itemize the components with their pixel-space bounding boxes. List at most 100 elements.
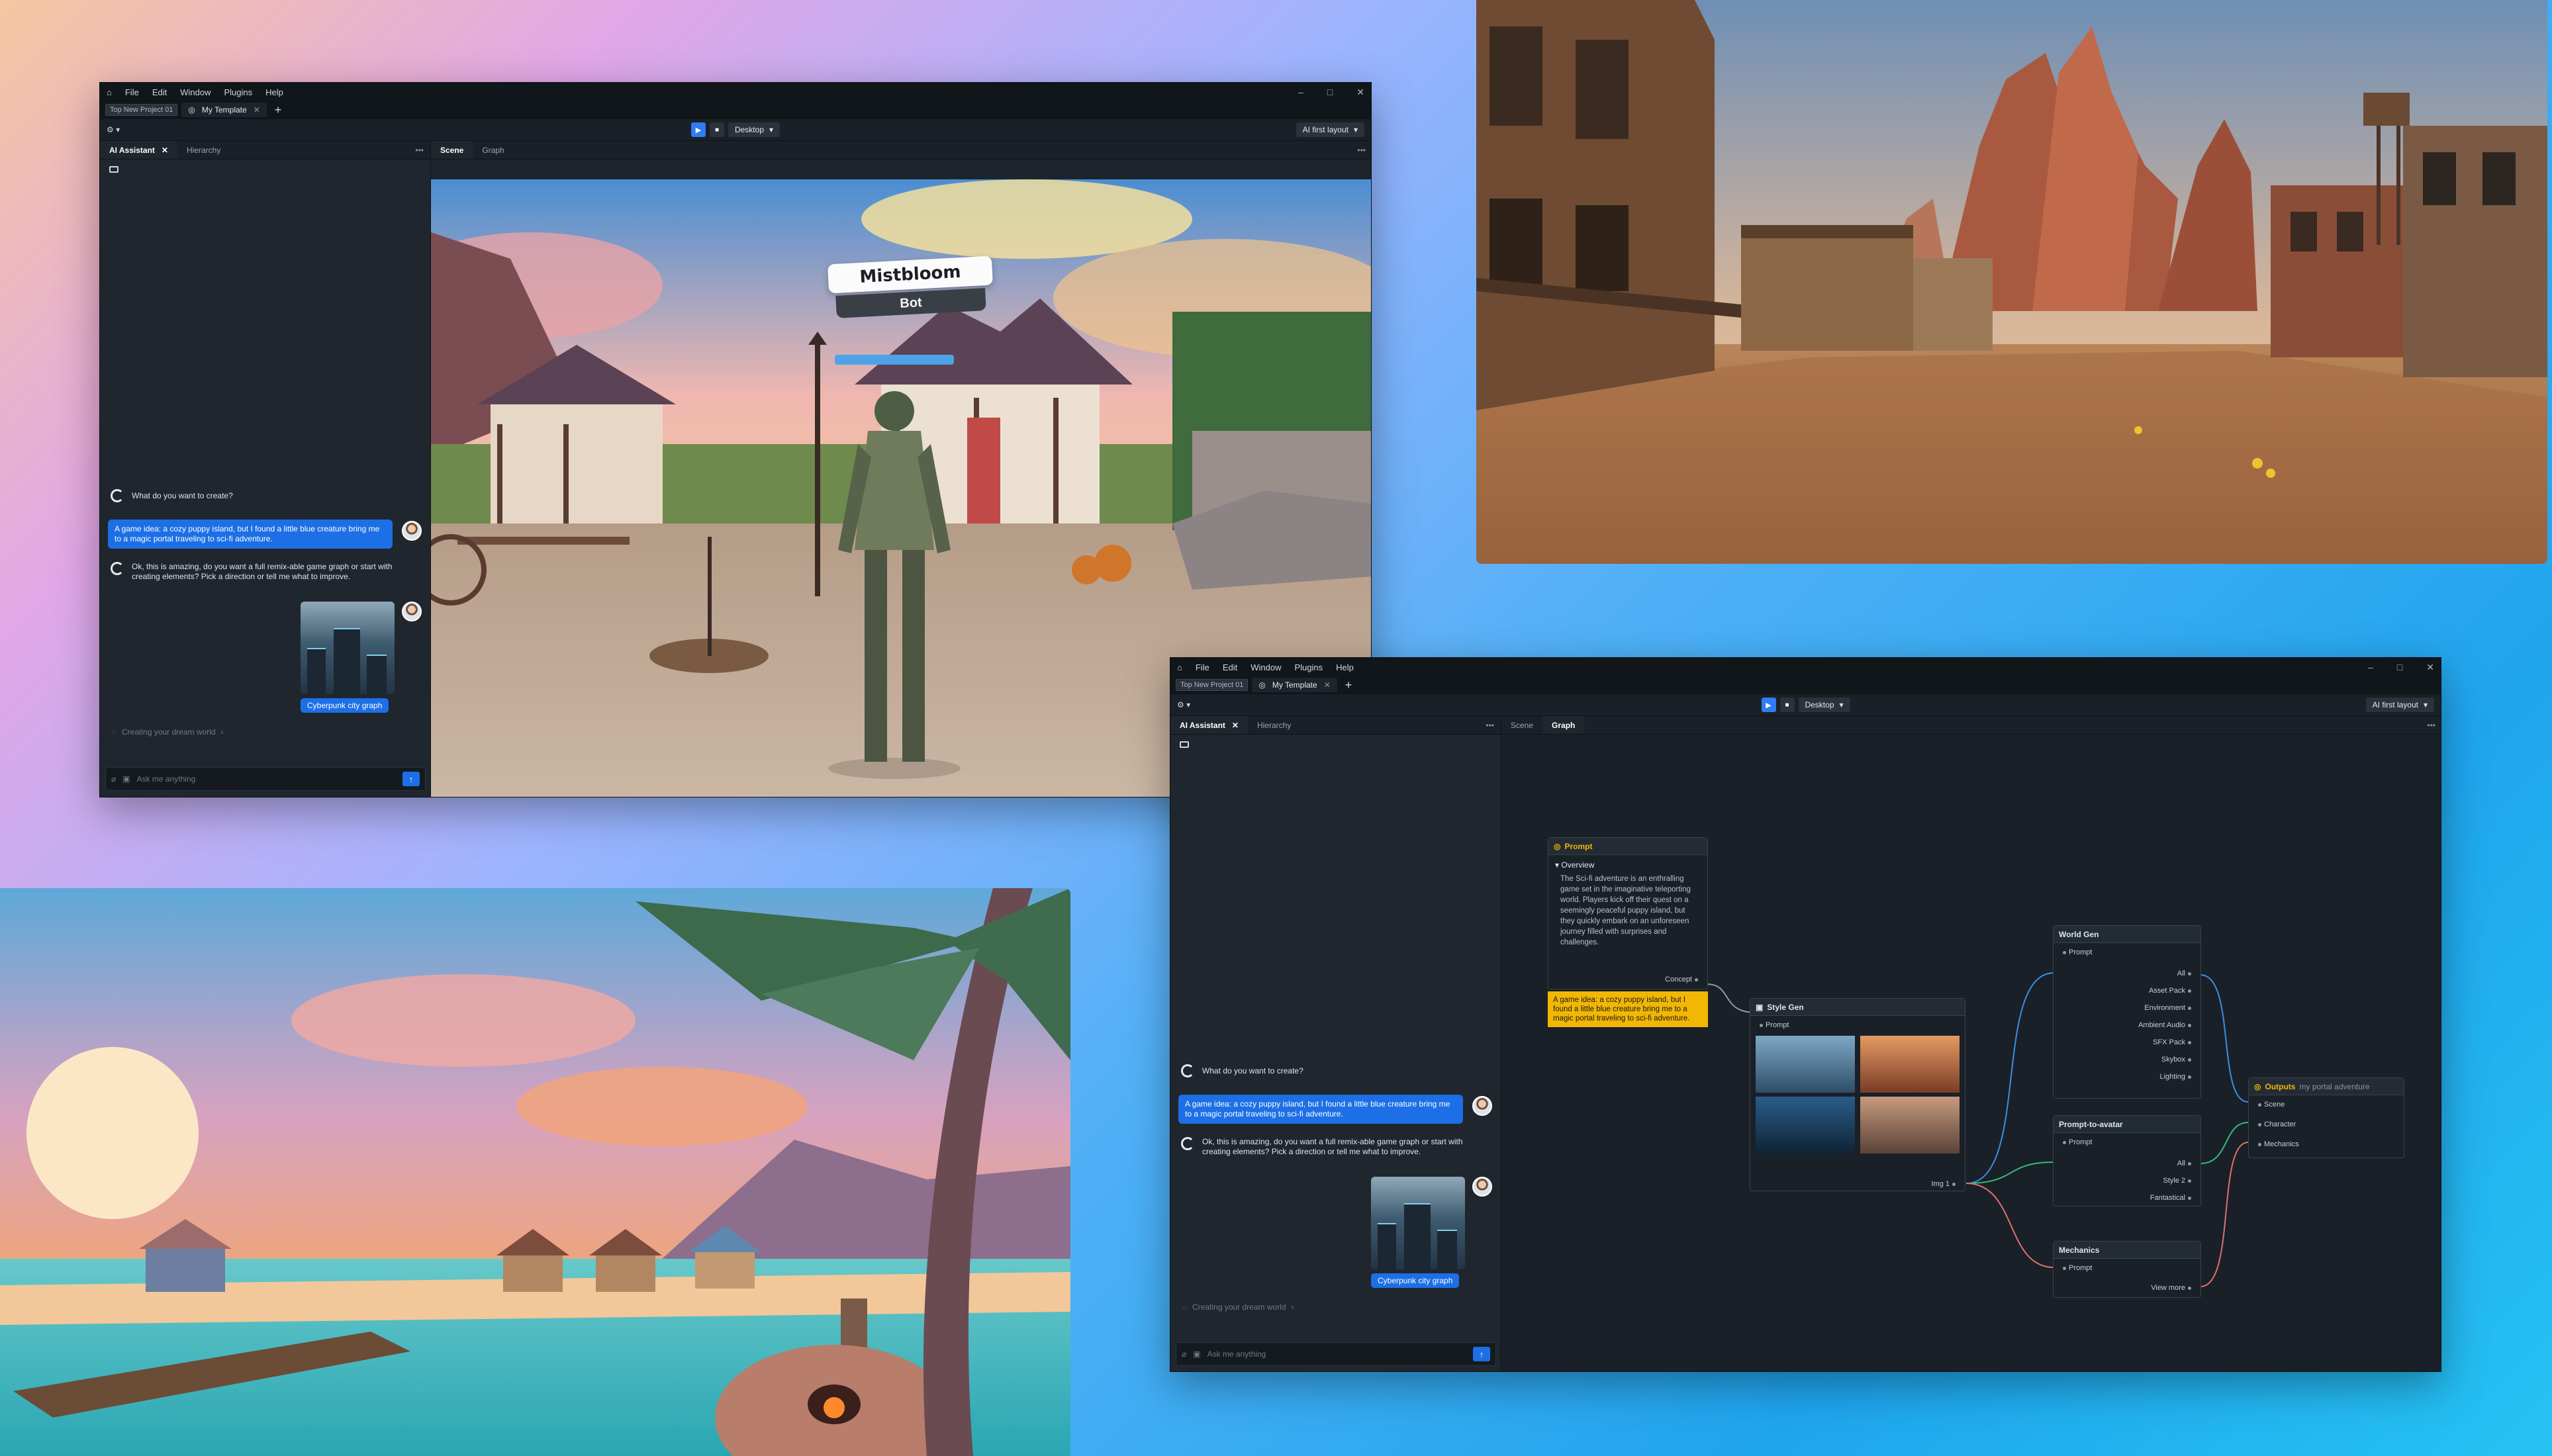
menu-edit[interactable]: Edit [1223,662,1237,672]
tab-scene[interactable]: Scene [1501,716,1542,734]
play-icon[interactable]: ▶ [690,122,706,137]
menu-window[interactable]: Window [180,87,211,97]
platform-dropdown[interactable]: Desktop ▾ [728,122,780,137]
style-gen-node[interactable]: ▣ Style Gen Prompt Img 1 [1750,998,1965,1191]
menu-plugins[interactable]: Plugins [224,87,252,97]
tab-close-icon[interactable]: ✕ [254,105,260,114]
world-gen-node[interactable]: World Gen Prompt All Asset Pack Environm… [2053,925,2201,1099]
project-tab[interactable]: Top New Project 01 [1176,679,1249,691]
image-icon[interactable]: ▣ [122,774,130,784]
chat-icon[interactable] [109,166,118,173]
layout-dropdown[interactable]: AI first layout ▾ [1296,122,1364,137]
mechanics-prompt-pin[interactable]: Prompt [2060,1264,2092,1272]
stop-icon[interactable]: ■ [709,122,724,137]
tab-scene[interactable]: Scene [431,141,473,159]
more-icon[interactable]: ••• [1486,721,1501,730]
new-tab-icon[interactable]: + [1345,678,1352,692]
project-tab[interactable]: Top New Project 01 [105,104,178,116]
world-prompt-pin[interactable]: Prompt [2060,948,2092,956]
new-tab-icon[interactable]: + [275,103,282,117]
mechanics-view-more[interactable]: View more [2151,1284,2194,1292]
home-icon[interactable]: ⌂ [107,87,112,97]
tab-hierarchy[interactable]: Hierarchy [177,141,230,159]
world-out-asset-pack[interactable]: Asset Pack [2149,987,2194,995]
avatar-out-fantastical[interactable]: Fantastical [2150,1194,2194,1202]
avatar-out-style2[interactable]: Style 2 [2163,1177,2194,1185]
attach-icon[interactable]: ⌀ [1182,1349,1186,1359]
menu-file[interactable]: File [1196,662,1209,672]
maximize-icon[interactable]: □ [1327,87,1333,98]
minimize-icon[interactable]: – [1298,87,1303,98]
tab-close-icon[interactable]: ✕ [1232,721,1239,730]
world-out-sfx-pack[interactable]: SFX Pack [2153,1038,2194,1046]
world-out-all[interactable]: All [2177,970,2194,978]
outputs-in-mechanics[interactable]: Mechanics [2255,1140,2299,1148]
style-prompt-pin[interactable]: Prompt [1757,1021,1789,1029]
outputs-character-label: Character [2264,1120,2296,1128]
outputs-in-character[interactable]: Character [2255,1120,2296,1128]
tab-ai-assistant[interactable]: AI Assistant ✕ [1170,716,1248,734]
ai-assistant-panel: AI Assistant ✕ Hierarchy ••• What do you … [100,141,431,797]
tools-icon[interactable]: ⚙ ▾ [1177,700,1190,709]
menu-window[interactable]: Window [1251,662,1281,672]
more-icon[interactable]: ••• [1357,146,1371,155]
send-button[interactable]: ↑ [402,772,420,786]
tab-graph[interactable]: Graph [1542,716,1585,734]
style-image-3[interactable] [1756,1097,1855,1154]
menu-help[interactable]: Help [265,87,283,97]
chat-icon[interactable] [1180,741,1189,748]
layout-dropdown[interactable]: AI first layout ▾ [2365,698,2434,712]
tab-close-icon[interactable]: ✕ [1324,680,1331,690]
tab-close-icon[interactable]: ✕ [162,146,168,155]
cyberpunk-thumbnail[interactable] [301,602,395,694]
more-icon[interactable]: ••• [415,146,430,155]
maximize-icon[interactable]: □ [2397,662,2402,673]
close-icon[interactable]: ✕ [1356,87,1364,98]
cyberpunk-graph-chip[interactable]: Cyberpunk city graph [301,698,389,713]
prompt-to-avatar-node[interactable]: Prompt-to-avatar Prompt All Style 2 Fant… [2053,1115,2201,1206]
img1-port[interactable]: Img 1 [1931,1180,1958,1188]
menu-file[interactable]: File [125,87,139,97]
avatar-out-all[interactable]: All [2177,1160,2194,1167]
doc-tab[interactable]: ◎ My Template ✕ [1252,678,1337,692]
style-image-4[interactable] [1860,1097,1960,1154]
image-icon[interactable]: ▣ [1193,1349,1200,1359]
outputs-node[interactable]: ◎ Outputs my portal adventure Scene Charac… [2248,1077,2404,1158]
home-icon[interactable]: ⌂ [1177,662,1182,672]
overview-section[interactable]: ▾ Overview [1548,855,1707,871]
mechanics-node[interactable]: Mechanics Prompt View more [2053,1241,2201,1298]
send-button[interactable]: ↑ [1473,1347,1490,1361]
more-icon[interactable]: ••• [2427,721,2441,730]
avatar-prompt-pin[interactable]: Prompt [2060,1138,2092,1146]
tools-icon[interactable]: ⚙ ▾ [107,125,120,134]
attach-icon[interactable]: ⌀ [111,774,116,784]
world-out-lighting[interactable]: Lighting [2159,1073,2194,1081]
close-icon[interactable]: ✕ [2426,662,2434,673]
menu-help[interactable]: Help [1336,662,1354,672]
world-out-ambient-audio[interactable]: Ambient Audio [2138,1021,2194,1029]
style-image-1[interactable] [1756,1036,1855,1093]
tab-hierarchy[interactable]: Hierarchy [1248,716,1300,734]
world-out-environment[interactable]: Environment [2144,1004,2194,1012]
cyberpunk-graph-chip[interactable]: Cyberpunk city graph [1371,1273,1460,1288]
graph-canvas[interactable]: ◎ Prompt ▾ Overview The Sci-fi adventure … [1501,735,2441,1371]
doc-tab[interactable]: ◎ My Template ✕ [181,103,267,117]
chat-input[interactable]: ⌀ ▣ Ask me anything ↑ [1176,1342,1496,1366]
chat-input[interactable]: ⌀ ▣ Ask me anything ↑ [105,767,426,791]
cyberpunk-thumbnail[interactable] [1371,1177,1465,1269]
menu-plugins[interactable]: Plugins [1294,662,1323,672]
minimize-icon[interactable]: – [2368,662,2373,673]
play-icon[interactable]: ▶ [1761,698,1776,712]
tab-graph[interactable]: Graph [473,141,513,159]
platform-dropdown[interactable]: Desktop ▾ [1798,698,1850,712]
menu-edit[interactable]: Edit [152,87,167,97]
prompt-node[interactable]: ◎ Prompt ▾ Overview The Sci-fi adventure … [1548,837,1708,989]
stop-icon[interactable]: ■ [1779,698,1795,712]
outputs-in-scene[interactable]: Scene [2255,1101,2285,1109]
tab-ai-assistant[interactable]: AI Assistant ✕ [100,141,177,159]
world-out-skybox[interactable]: Skybox [2161,1056,2194,1064]
platform-label: Desktop [1805,700,1834,709]
tab-graph-label: Graph [482,145,504,155]
concept-port[interactable]: Concept [1665,976,1701,983]
style-image-2[interactable] [1860,1036,1960,1093]
